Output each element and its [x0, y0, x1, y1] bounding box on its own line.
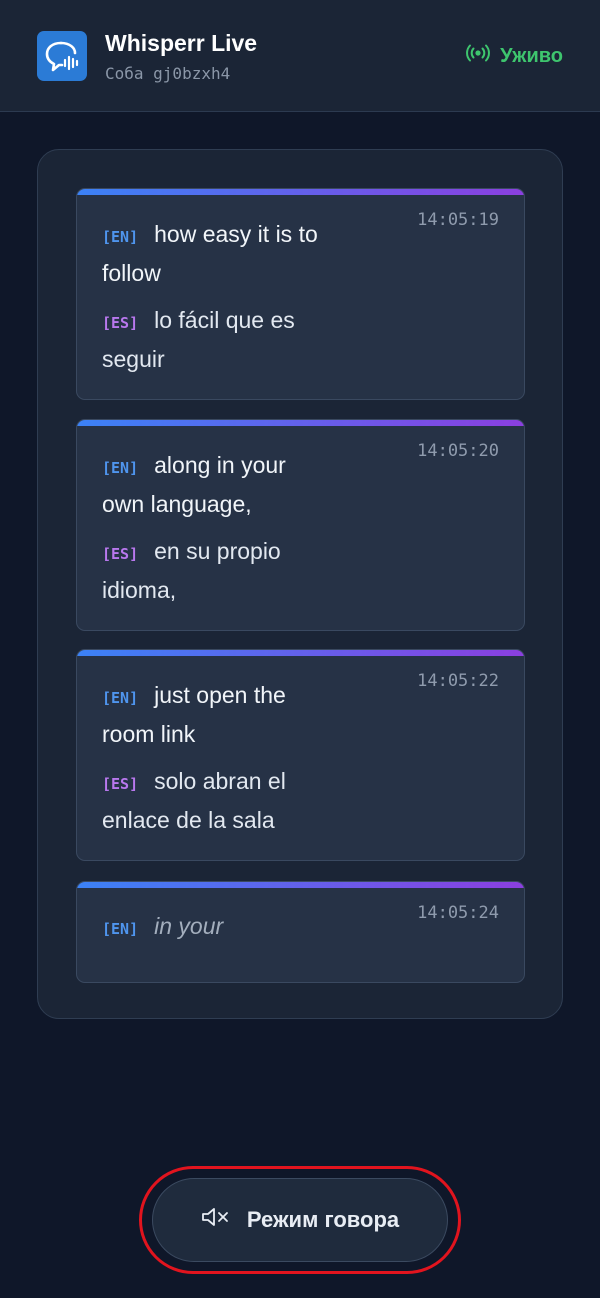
transcript-panel[interactable]: 14:05:19 [EN] how easy it is to follow [E… [37, 149, 563, 1019]
speak-mode-button[interactable]: Режим говора [152, 1178, 448, 1262]
live-status-label: Уживо [500, 44, 563, 67]
language-tag-en: [EN] [102, 689, 139, 707]
english-line: [EN] how easy it is to follow [102, 221, 318, 286]
app-title: Whisperr Live [105, 30, 258, 56]
app-header: Whisperr Live Соба gj0bzxh4 Уживо [0, 0, 600, 112]
english-line: [EN] along in your own language, [102, 452, 286, 517]
spanish-line: [ES] lo fácil que es seguir [102, 307, 295, 372]
transcript-card-pending: 14:05:24 [EN] in your [76, 881, 525, 983]
transcript-card: 14:05:22 [EN] just open the room link [ES… [76, 649, 525, 861]
language-tag-en: [EN] [102, 228, 139, 246]
timestamp: 14:05:20 [417, 441, 499, 461]
card-accent-bar [77, 882, 524, 888]
english-line: [EN] in your [102, 908, 372, 947]
timestamp: 14:05:22 [417, 671, 499, 691]
broadcast-icon [466, 44, 491, 68]
language-tag-en: [EN] [102, 459, 139, 477]
spanish-line: [ES] solo abran el enlace de la sala [102, 768, 286, 833]
card-accent-bar [77, 189, 524, 195]
room-id: Соба gj0bzxh4 [105, 64, 231, 83]
live-status: Уживо [466, 44, 563, 68]
language-tag-es: [ES] [102, 314, 139, 332]
transcript-card: 14:05:19 [EN] how easy it is to follow [E… [76, 188, 525, 400]
timestamp: 14:05:24 [417, 903, 499, 923]
english-line: [EN] just open the room link [102, 682, 286, 747]
language-tag-en: [EN] [102, 920, 139, 938]
transcript-card: 14:05:20 [EN] along in your own language,… [76, 419, 525, 631]
language-tag-es: [ES] [102, 775, 139, 793]
card-accent-bar [77, 650, 524, 656]
speak-mode-label: Режим говора [246, 1207, 400, 1232]
language-tag-es: [ES] [102, 545, 139, 563]
chat-waveform-icon [37, 31, 87, 81]
card-accent-bar [77, 420, 524, 426]
spanish-line: [ES] en su propio idioma, [102, 538, 281, 603]
pending-text: in your [154, 913, 224, 939]
speaker-muted-icon [201, 1206, 231, 1234]
timestamp: 14:05:19 [417, 210, 499, 230]
